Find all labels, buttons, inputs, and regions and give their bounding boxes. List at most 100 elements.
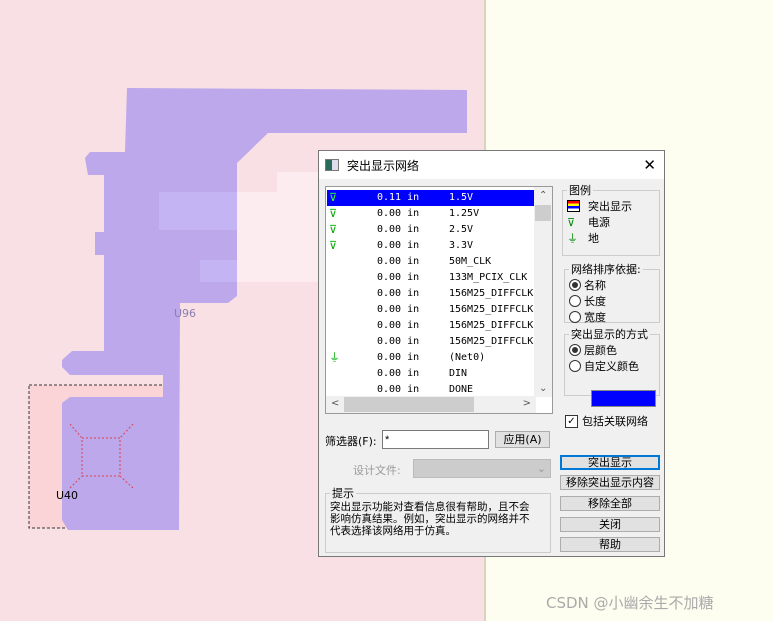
empty-icon bbox=[329, 383, 343, 397]
ground-icon: ⏚ bbox=[329, 351, 340, 364]
net-row[interactable]: ⊽ 0.00 in 2.5V bbox=[327, 222, 534, 238]
radio-icon bbox=[569, 279, 581, 291]
power-icon: ⊽ bbox=[567, 215, 576, 229]
close-button[interactable]: 关闭 bbox=[560, 517, 660, 532]
net-row[interactable]: 0.00 in 133M_PCIX_CLK bbox=[327, 270, 534, 286]
highlight-nets-dialog: 突出显示网络 ✕ 0.00 in DONE 0.00 in DIN ⏚ 0.00 in (N… bbox=[318, 150, 665, 557]
option-label: 长度 bbox=[584, 295, 606, 308]
net-row[interactable]: ⊽ 0.00 in 3.3V bbox=[327, 238, 534, 254]
sort-option[interactable]: 长度 bbox=[569, 293, 655, 309]
option-label: 自定义颜色 bbox=[584, 360, 639, 373]
net-row[interactable]: ⏚ 0.00 in (Net0) bbox=[327, 350, 534, 366]
include-related-checkbox[interactable]: ✓ 包括关联网络 bbox=[565, 413, 648, 429]
hint-title: 提示 bbox=[332, 487, 354, 500]
mode-option[interactable]: 自定义颜色 bbox=[569, 358, 655, 374]
net-name: 156M25_DIFFCLK bbox=[449, 288, 534, 299]
net-length: 0.00 in bbox=[377, 272, 420, 283]
net-name: 156M25_DIFFCLK bbox=[449, 336, 534, 347]
net-row[interactable]: 0.00 in 156M25_DIFFCLK bbox=[327, 334, 534, 350]
help-button[interactable]: 帮助 bbox=[560, 537, 660, 552]
net-name: DIN bbox=[449, 368, 468, 379]
u96-label: U96 bbox=[174, 307, 197, 320]
filter-label: 筛选器(F): bbox=[325, 435, 377, 448]
net-length: 0.00 in bbox=[377, 368, 420, 379]
net-row[interactable]: ⊽ 0.11 in 1.5V bbox=[326, 189, 535, 207]
hint-text: 突出显示功能对查看信息很有帮助，且不会影响仿真结果。例如，突出显示的网络并不代表… bbox=[330, 501, 530, 537]
dialog-title: 突出显示网络 bbox=[347, 158, 420, 173]
net-row[interactable]: 0.00 in 50M_CLK bbox=[327, 254, 534, 270]
net-length: 0.00 in bbox=[377, 352, 420, 363]
net-row[interactable]: 0.00 in 156M25_DIFFCLK bbox=[327, 302, 534, 318]
sort-title: 网络排序依据: bbox=[571, 263, 641, 276]
horizontal-scrollbar[interactable]: < > bbox=[326, 396, 536, 413]
legend-ground: 地 bbox=[588, 232, 599, 245]
net-name: (Net0) bbox=[449, 352, 486, 363]
option-label: 宽度 bbox=[584, 311, 606, 324]
hint-group: 提示 突出显示功能对查看信息很有帮助，且不会影响仿真结果。例如，突出显示的网络并… bbox=[325, 485, 551, 553]
include-related-label: 包括关联网络 bbox=[582, 415, 648, 428]
empty-icon bbox=[329, 287, 343, 301]
filter-input[interactable] bbox=[382, 430, 489, 449]
net-row[interactable]: 0.00 in DIN bbox=[327, 366, 534, 382]
close-icon[interactable]: ✕ bbox=[643, 156, 656, 174]
power-icon: ⊽ bbox=[329, 239, 338, 252]
empty-icon bbox=[329, 367, 343, 381]
radio-icon bbox=[569, 344, 581, 356]
legend-title: 图例 bbox=[569, 184, 591, 197]
net-length: 0.00 in bbox=[377, 320, 420, 331]
legend-power: 电源 bbox=[588, 216, 610, 229]
vertical-scrollbar[interactable]: ⌃ ⌄ bbox=[534, 187, 552, 397]
highlight-button[interactable]: 突出显示 bbox=[560, 455, 660, 470]
net-name: 156M25_DIFFCLK bbox=[449, 320, 534, 331]
net-name: 2.5V bbox=[449, 224, 474, 235]
net-length: 0.00 in bbox=[377, 304, 420, 315]
empty-icon bbox=[329, 255, 343, 269]
u40-label: U40 bbox=[56, 489, 79, 502]
watermark: CSDN @小幽余生不加糖 bbox=[546, 594, 714, 612]
title-bar[interactable]: 突出显示网络 ✕ bbox=[319, 151, 664, 179]
highlight-legend-icon bbox=[567, 200, 580, 212]
remove-all-button[interactable]: 移除全部 bbox=[560, 496, 660, 511]
net-row[interactable]: 0.00 in 156M25_DIFFCLK bbox=[327, 286, 534, 302]
net-length: 0.00 in bbox=[377, 256, 420, 267]
net-name: 1.5V bbox=[449, 192, 474, 203]
mode-option[interactable]: 层颜色 bbox=[569, 342, 655, 358]
net-name: 3.3V bbox=[449, 240, 474, 251]
legend-group: 图例 突出显示 ⊽ 电源 ⏚ 地 bbox=[562, 182, 660, 256]
net-length: 0.11 in bbox=[377, 192, 420, 203]
design-file-label: 设计文件: bbox=[353, 464, 401, 477]
checkbox-icon: ✓ bbox=[565, 414, 578, 428]
net-list[interactable]: 0.00 in DONE 0.00 in DIN ⏚ 0.00 in (Net0) 0.00 … bbox=[325, 186, 553, 414]
option-label: 层颜色 bbox=[584, 344, 617, 357]
sort-group: 网络排序依据: 名称长度宽度 bbox=[564, 261, 660, 325]
legend-highlight: 突出显示 bbox=[588, 200, 632, 213]
sort-option[interactable]: 宽度 bbox=[569, 309, 655, 325]
power-icon: ⊽ bbox=[329, 191, 338, 204]
net-length: 0.00 in bbox=[377, 240, 420, 251]
design-file-select[interactable]: ⌄ bbox=[413, 459, 551, 478]
mode-title: 突出显示的方式 bbox=[571, 328, 648, 341]
ground-icon: ⏚ bbox=[567, 232, 578, 245]
net-length: 0.00 in bbox=[377, 336, 420, 347]
power-icon: ⊽ bbox=[329, 207, 338, 220]
app-icon bbox=[325, 159, 339, 171]
empty-icon bbox=[329, 271, 343, 285]
custom-color-swatch[interactable] bbox=[591, 390, 656, 407]
net-row[interactable]: 0.00 in 156M25_DIFFCLK bbox=[327, 318, 534, 334]
net-name: 133M_PCIX_CLK bbox=[449, 272, 528, 283]
remove-highlight-button[interactable]: 移除突出显示内容 bbox=[560, 475, 660, 490]
mode-group: 突出显示的方式 层颜色自定义颜色 bbox=[564, 326, 660, 407]
apply-button[interactable]: 应用(A) bbox=[495, 431, 550, 448]
empty-icon bbox=[329, 319, 343, 333]
radio-icon bbox=[569, 360, 581, 372]
net-length: 0.00 in bbox=[377, 208, 420, 219]
sort-option[interactable]: 名称 bbox=[569, 277, 655, 293]
radio-icon bbox=[569, 311, 581, 323]
net-row[interactable]: ⊽ 0.00 in 1.25V bbox=[327, 206, 534, 222]
radio-icon bbox=[569, 295, 581, 307]
net-name: 50M_CLK bbox=[449, 256, 492, 267]
net-name: 1.25V bbox=[449, 208, 480, 219]
net-length: 0.00 in bbox=[377, 288, 420, 299]
option-label: 名称 bbox=[584, 279, 606, 292]
net-name: 156M25_DIFFCLK bbox=[449, 304, 534, 315]
